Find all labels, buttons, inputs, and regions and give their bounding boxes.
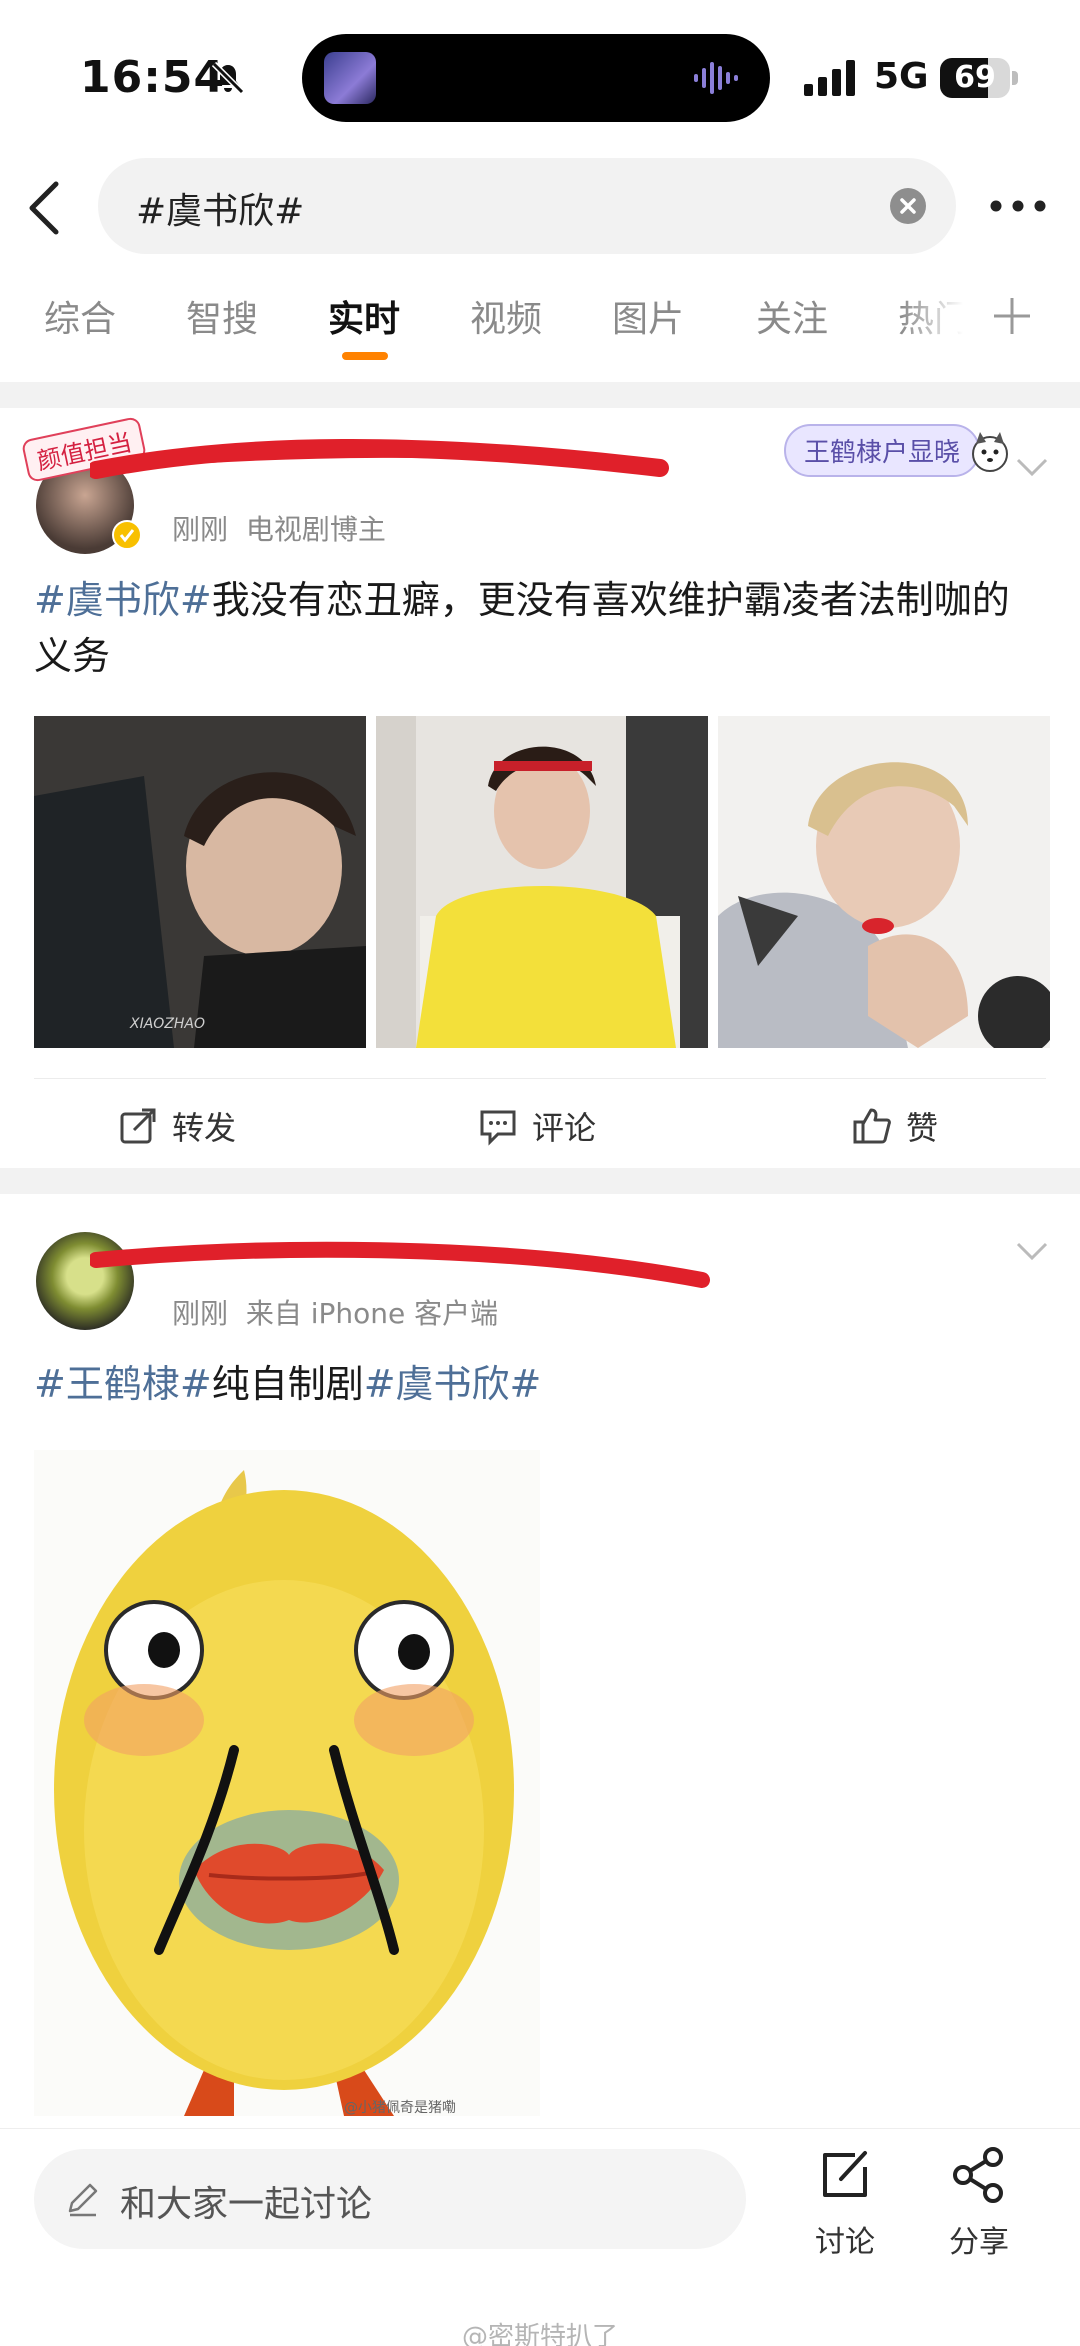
discussion-input[interactable]: 和大家一起讨论 (34, 2149, 746, 2249)
tab-realtime[interactable]: 实时 (328, 290, 400, 342)
tab-comprehensive[interactable]: 综合 (44, 290, 116, 342)
tab-images[interactable]: 图片 (612, 290, 684, 342)
weibo-watermark: @密斯特扒了 (461, 2322, 618, 2346)
hashtag-link[interactable]: #虞书欣# (34, 578, 212, 622)
repost-icon (120, 1108, 156, 1144)
dynamic-island[interactable] (302, 34, 770, 122)
chevron-down-icon[interactable] (1014, 1240, 1050, 1262)
post-image[interactable]: XIAOZHAO (34, 716, 366, 1048)
post-image[interactable]: @小猪佩奇是猪嘞 (34, 1450, 540, 2116)
more-options-icon[interactable] (988, 196, 1048, 216)
pencil-icon (68, 2183, 98, 2217)
post-time: 刚刚 (172, 513, 229, 546)
tab-video[interactable]: 视频 (470, 290, 542, 342)
thumbs-up-icon (853, 1108, 891, 1144)
repost-button[interactable]: 转发 (118, 1101, 236, 1151)
bottom-comment-bar: 和大家一起讨论 讨论 分享 (0, 2128, 1080, 2346)
post-text: #王鹤棣#纯自制剧#虞书欣# (34, 1356, 1046, 1412)
comment-icon (480, 1110, 516, 1146)
compose-icon (823, 2151, 867, 2197)
section-divider (0, 1168, 1080, 1194)
status-time: 16:54 (80, 52, 226, 103)
image-caption: @小猪佩奇是猪嘞 (344, 2099, 456, 2116)
battery-icon: 69 (940, 58, 1018, 98)
audio-wave-icon (694, 62, 738, 94)
share-label: 分享 (949, 2225, 1009, 2260)
comment-button[interactable]: 评论 (478, 1101, 596, 1151)
repost-label: 转发 (172, 1109, 237, 1147)
husky-sticker-icon (972, 432, 1008, 472)
tab-following[interactable]: 关注 (756, 290, 828, 342)
signal-icon (804, 60, 855, 96)
share-button[interactable]: 分享 (934, 2145, 1024, 2285)
post-image[interactable] (376, 716, 708, 1048)
verified-badge-icon (112, 520, 142, 550)
section-divider (0, 382, 1080, 408)
now-playing-artwork (324, 52, 376, 104)
post-text: #虞书欣#我没有恋丑癖，更没有喜欢维护霸凌者法制咖的义务 (34, 572, 1046, 684)
search-query[interactable]: #虞书欣# (136, 182, 304, 234)
tab-fade (900, 282, 990, 362)
user-sticker: 王鹤棣户显晓 (784, 424, 981, 477)
comment-label: 评论 (532, 1109, 597, 1147)
post-time: 刚刚 (172, 1297, 229, 1330)
search-tabs: 综合 智搜 实时 视频 图片 关注 热门 (0, 282, 1080, 382)
network-type: 5G (874, 56, 929, 97)
post-body: 纯自制剧 (211, 1362, 364, 1406)
add-tab-icon[interactable] (990, 294, 1034, 338)
duck-meme-image: @小猪佩奇是猪嘞 (34, 1450, 540, 2116)
discuss-button[interactable]: 讨论 (800, 2145, 890, 2285)
post-source: 来自 iPhone 客户端 (245, 1297, 499, 1330)
portrait-image (376, 716, 708, 1048)
discuss-label: 讨论 (815, 2225, 875, 2260)
redaction-mark (90, 439, 669, 479)
battery-level: 69 (954, 60, 996, 95)
post-actions: 转发 评论 赞 (34, 1078, 1046, 1168)
discussion-placeholder: 和大家一起讨论 (120, 2184, 373, 2225)
like-label: 赞 (906, 1109, 939, 1147)
portrait-image (718, 716, 1050, 1048)
hashtag-link[interactable]: #虞书欣# (364, 1362, 542, 1406)
redaction-mark (90, 1241, 710, 1288)
bell-mute-icon (211, 61, 245, 95)
back-arrow-icon[interactable] (26, 180, 62, 236)
chevron-down-icon[interactable] (1014, 456, 1050, 478)
post-source: 电视剧博主 (245, 513, 386, 546)
active-tab-indicator (342, 352, 388, 360)
image-watermark: XIAOZHAO (129, 1016, 205, 1032)
search-input[interactable]: #虞书欣# (98, 158, 956, 254)
share-icon (953, 2147, 1003, 2203)
tab-smart-search[interactable]: 智搜 (186, 290, 258, 342)
like-button[interactable]: 赞 (852, 1101, 938, 1151)
status-bar: 16:54 5G 69 (0, 0, 1080, 150)
clear-search-icon[interactable] (890, 188, 926, 224)
portrait-image: XIAOZHAO (34, 716, 366, 1048)
hashtag-link[interactable]: #王鹤棣# (34, 1362, 212, 1406)
post-image[interactable] (718, 716, 1050, 1048)
